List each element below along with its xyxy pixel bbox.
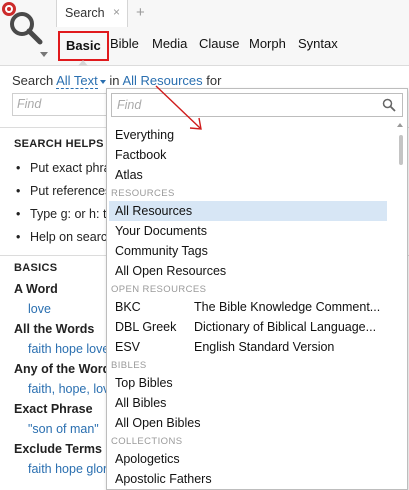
resources-selector[interactable]: All Resources [122, 73, 202, 88]
search-icon [10, 12, 43, 45]
help-link[interactable]: Help on search [30, 230, 114, 244]
dropdown-item-factbook[interactable]: Factbook [109, 145, 387, 165]
dropdown-item-apostolic-fathers[interactable]: Apostolic Fathers [109, 469, 387, 489]
dropdown-item-all-bibles[interactable]: All Bibles [109, 393, 387, 413]
in-word: in [109, 73, 120, 88]
resource-abbr: BKC [115, 300, 141, 314]
close-icon[interactable]: × [113, 5, 120, 19]
search-scope-line: Search All Text in All Resources for [12, 73, 222, 89]
basics-label: Any of the Words [14, 362, 118, 376]
mode-morph[interactable]: Morph [249, 31, 286, 61]
search-helps-list: • Put exact phra • Put references • Type g:… [16, 160, 114, 252]
dropdown-item-community-tags[interactable]: Community Tags [109, 241, 387, 261]
mode-syntax[interactable]: Syntax [298, 31, 338, 61]
dropdown-item-apologetics[interactable]: Apologetics [109, 449, 387, 469]
dropdown-item-your-documents[interactable]: Your Documents [109, 221, 387, 241]
tab-search[interactable]: Search × [56, 0, 128, 27]
dropdown-item-all-open-bibles[interactable]: All Open Bibles [109, 413, 387, 433]
chevron-down-icon[interactable] [99, 79, 106, 84]
dropdown-item-all-open-resources[interactable]: All Open Resources [109, 261, 387, 281]
plus-icon[interactable]: + [136, 4, 145, 21]
top-toolbar: Search × + Basic Bible Media Clause Morp… [0, 0, 409, 66]
bibles-header: BIBLES [111, 360, 147, 371]
scrollbar-thumb[interactable] [399, 135, 403, 165]
mode-media[interactable]: Media [152, 31, 187, 61]
resource-title: Dictionary of Biblical Language... [194, 320, 377, 334]
resources-dropdown: Find Everything Factbook Atlas RESOURCES… [106, 88, 408, 490]
dropdown-item-everything[interactable]: Everything [109, 125, 387, 145]
help-text: Put references [30, 184, 112, 198]
list-item: • Put references [16, 184, 112, 198]
basics-label: Exclude Terms [14, 442, 103, 456]
mode-basic[interactable]: Basic [58, 31, 109, 61]
mode-clause[interactable]: Clause [199, 31, 239, 61]
mode-bible[interactable]: Bible [110, 31, 139, 61]
search-helps-title: SEARCH HELPS [14, 138, 104, 150]
dropdown-item-all-resources[interactable]: All Resources [109, 201, 387, 221]
collections-header: COLLECTIONS [111, 436, 183, 447]
help-text: Put exact phra [30, 161, 111, 175]
basics-label: All the Words [14, 322, 95, 336]
list-item: • Put exact phra [16, 161, 111, 175]
resource-abbr: DBL Greek [115, 320, 177, 334]
basics-example[interactable]: faith hope glor [28, 462, 107, 476]
basics-example[interactable]: faith, hope, lov [28, 382, 109, 396]
dropdown-item-atlas[interactable]: Atlas [109, 165, 387, 185]
dropdown-item-open-resource[interactable]: DBL Greek Dictionary of Biblical Language… [109, 317, 387, 337]
dropdown-item-open-resource[interactable]: BKC The Bible Knowledge Comment... [109, 297, 387, 317]
open-resources-header: OPEN RESOURCES [111, 284, 207, 295]
magnifier-icon [382, 98, 396, 112]
dropdown-search-input[interactable]: Find [111, 93, 403, 117]
chevron-down-icon[interactable] [40, 52, 48, 57]
active-mode-caret [78, 60, 88, 66]
dropdown-item-top-bibles[interactable]: Top Bibles [109, 373, 387, 393]
basics-example[interactable]: love [28, 302, 51, 316]
basics-example[interactable]: faith hope love [28, 342, 109, 356]
resources-header: RESOURCES [111, 188, 175, 199]
dropdown-item-open-resource[interactable]: ESV English Standard Version [109, 337, 387, 357]
resource-title: English Standard Version [194, 340, 335, 354]
search-input[interactable]: Find [12, 93, 112, 116]
basics-example[interactable]: "son of man" [28, 422, 99, 436]
resource-abbr: ESV [115, 340, 141, 354]
placeholder-text: Find [117, 98, 142, 112]
resource-title: The Bible Knowledge Comment... [194, 300, 381, 314]
scroll-up-arrow[interactable] [397, 123, 403, 127]
tab-label: Search [65, 6, 105, 20]
search-panel-menu[interactable] [0, 0, 56, 66]
search-suffix: for [206, 73, 222, 88]
basics-title: BASICS [14, 262, 58, 274]
search-prefix: Search [12, 73, 54, 88]
help-text: Type g: or h: t [30, 207, 107, 221]
list-item: • Help on search [16, 230, 115, 244]
list-item: • Type g: or h: t [16, 207, 107, 221]
basics-label: A Word [14, 282, 58, 296]
basics-label: Exact Phrase [14, 402, 93, 416]
scope-selector[interactable]: All Text [56, 73, 98, 89]
